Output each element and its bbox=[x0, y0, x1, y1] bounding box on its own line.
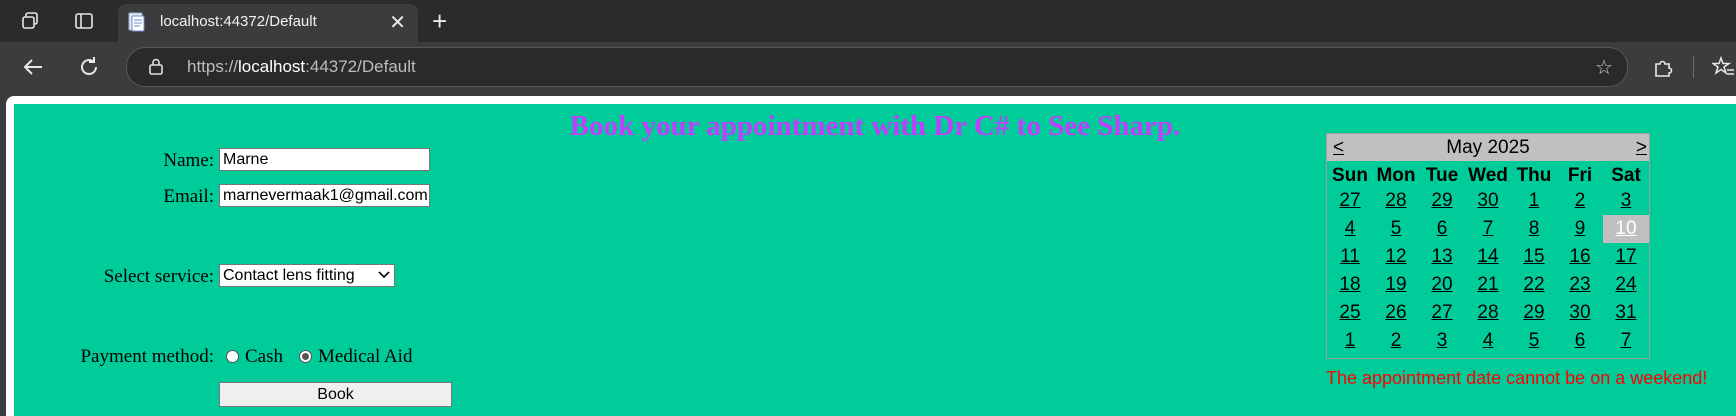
calendar-day[interactable]: 21 bbox=[1465, 271, 1511, 299]
calendar-day[interactable]: 14 bbox=[1465, 243, 1511, 271]
calendar-day[interactable]: 1 bbox=[1511, 187, 1557, 215]
book-button[interactable]: Book bbox=[219, 382, 452, 407]
calendar-day[interactable]: 3 bbox=[1603, 187, 1649, 215]
calendar-day[interactable]: 19 bbox=[1373, 271, 1419, 299]
service-selected-value: Contact lens fitting bbox=[223, 267, 355, 284]
name-label: Name: bbox=[163, 150, 214, 171]
browser-tab-bar: localhost:44372/Default ✕ + bbox=[0, 0, 1736, 42]
calendar-day[interactable]: 22 bbox=[1511, 271, 1557, 299]
calendar-day[interactable]: 29 bbox=[1511, 299, 1557, 327]
calendar-day[interactable]: 11 bbox=[1327, 243, 1373, 271]
calendar-day[interactable]: 31 bbox=[1603, 299, 1649, 327]
favorite-star-icon[interactable]: ☆ bbox=[1595, 55, 1613, 80]
workspaces-icon[interactable] bbox=[16, 7, 44, 35]
calendar-day[interactable]: 18 bbox=[1327, 271, 1373, 299]
calendar-day[interactable]: 30 bbox=[1465, 187, 1511, 215]
url-text: https://localhost:44372/Default bbox=[187, 57, 416, 76]
browser-toolbar: https://localhost:44372/Default ☆ bbox=[0, 42, 1736, 92]
calendar-day[interactable]: 27 bbox=[1419, 299, 1465, 327]
email-field[interactable]: marnevermaak1@gmail.com bbox=[219, 184, 430, 207]
calendar-day[interactable]: 10 bbox=[1603, 215, 1649, 243]
address-bar[interactable]: https://localhost:44372/Default ☆ bbox=[126, 47, 1628, 87]
back-icon[interactable] bbox=[18, 52, 48, 82]
medical-aid-radio[interactable] bbox=[299, 350, 312, 363]
calendar-day[interactable]: 29 bbox=[1419, 187, 1465, 215]
calendar-month-title: May 2025 bbox=[1446, 137, 1530, 158]
calendar-day[interactable]: 3 bbox=[1419, 327, 1465, 355]
calendar-weekday-header: Tue bbox=[1425, 165, 1459, 186]
medical-aid-label: Medical Aid bbox=[318, 346, 413, 367]
calendar-day[interactable]: 2 bbox=[1373, 327, 1419, 355]
cash-radio[interactable] bbox=[226, 350, 239, 363]
calendar-day[interactable]: 2 bbox=[1557, 187, 1603, 215]
appointment-calendar: May 2025 < > Sun Mon Tue Wed Thu Fri Sat 27 28 29… bbox=[1326, 133, 1650, 359]
calendar-weekday-header: Wed bbox=[1468, 165, 1508, 186]
calendar-day[interactable]: 20 bbox=[1419, 271, 1465, 299]
calendar-day[interactable]: 5 bbox=[1511, 327, 1557, 355]
cash-label: Cash bbox=[245, 346, 283, 367]
calendar-day[interactable]: 6 bbox=[1419, 215, 1465, 243]
toolbar-divider bbox=[1693, 56, 1694, 78]
calendar-day[interactable]: 24 bbox=[1603, 271, 1649, 299]
calendar-weekday-header: Sun bbox=[1332, 165, 1368, 186]
calendar-day[interactable]: 1 bbox=[1327, 327, 1373, 355]
name-field[interactable]: Marne bbox=[219, 148, 430, 171]
extensions-icon[interactable] bbox=[1648, 52, 1678, 82]
page-favicon-icon bbox=[128, 12, 145, 32]
calendar-day[interactable]: 26 bbox=[1373, 299, 1419, 327]
calendar-day[interactable]: 23 bbox=[1557, 271, 1603, 299]
calendar-day[interactable]: 30 bbox=[1557, 299, 1603, 327]
calendar-day[interactable]: 4 bbox=[1465, 327, 1511, 355]
tab-actions-icon[interactable] bbox=[70, 7, 98, 35]
calendar-day[interactable]: 7 bbox=[1465, 215, 1511, 243]
calendar-weekday-header: Fri bbox=[1567, 165, 1593, 186]
calendar-day[interactable]: 4 bbox=[1327, 215, 1373, 243]
calendar-day[interactable]: 7 bbox=[1603, 327, 1649, 355]
new-tab-icon[interactable]: + bbox=[432, 6, 447, 37]
calendar-day[interactable]: 27 bbox=[1327, 187, 1373, 215]
refresh-icon[interactable] bbox=[74, 52, 104, 82]
calendar-header: May 2025 < > bbox=[1327, 134, 1649, 161]
payment-label: Payment method: bbox=[80, 346, 214, 367]
calendar-weekday-header: Thu bbox=[1516, 165, 1552, 186]
calendar-weekday-header: Sat bbox=[1611, 165, 1641, 186]
calendar-day[interactable]: 28 bbox=[1373, 187, 1419, 215]
calendar-day[interactable]: 8 bbox=[1511, 215, 1557, 243]
calendar-day[interactable]: 28 bbox=[1465, 299, 1511, 327]
calendar-day[interactable]: 25 bbox=[1327, 299, 1373, 327]
previous-month-link[interactable]: < bbox=[1333, 137, 1344, 159]
chevron-down-icon bbox=[378, 266, 390, 291]
calendar-day[interactable]: 6 bbox=[1557, 327, 1603, 355]
browser-tab[interactable]: localhost:44372/Default ✕ bbox=[118, 4, 418, 42]
email-label: Email: bbox=[163, 186, 214, 207]
calendar-day[interactable]: 5 bbox=[1373, 215, 1419, 243]
calendar-day[interactable]: 12 bbox=[1373, 243, 1419, 271]
calendar-day[interactable]: 17 bbox=[1603, 243, 1649, 271]
calendar-day[interactable]: 15 bbox=[1511, 243, 1557, 271]
calendar-day[interactable]: 9 bbox=[1557, 215, 1603, 243]
calendar-day[interactable]: 16 bbox=[1557, 243, 1603, 271]
calendar-weekday-header: Mon bbox=[1376, 165, 1416, 186]
error-message: The appointment date cannot be on a week… bbox=[1326, 368, 1708, 388]
page-viewport: Book your appointment with Dr C# to See … bbox=[6, 96, 1736, 416]
favorites-icon[interactable] bbox=[1708, 52, 1736, 82]
close-tab-icon[interactable]: ✕ bbox=[389, 10, 406, 35]
next-month-link[interactable]: > bbox=[1636, 137, 1647, 159]
tab-title: localhost:44372/Default bbox=[160, 13, 317, 30]
calendar-day[interactable]: 13 bbox=[1419, 243, 1465, 271]
service-select[interactable]: Contact lens fitting bbox=[219, 264, 395, 287]
service-label: Select service: bbox=[103, 266, 214, 287]
lock-icon[interactable] bbox=[147, 57, 165, 75]
